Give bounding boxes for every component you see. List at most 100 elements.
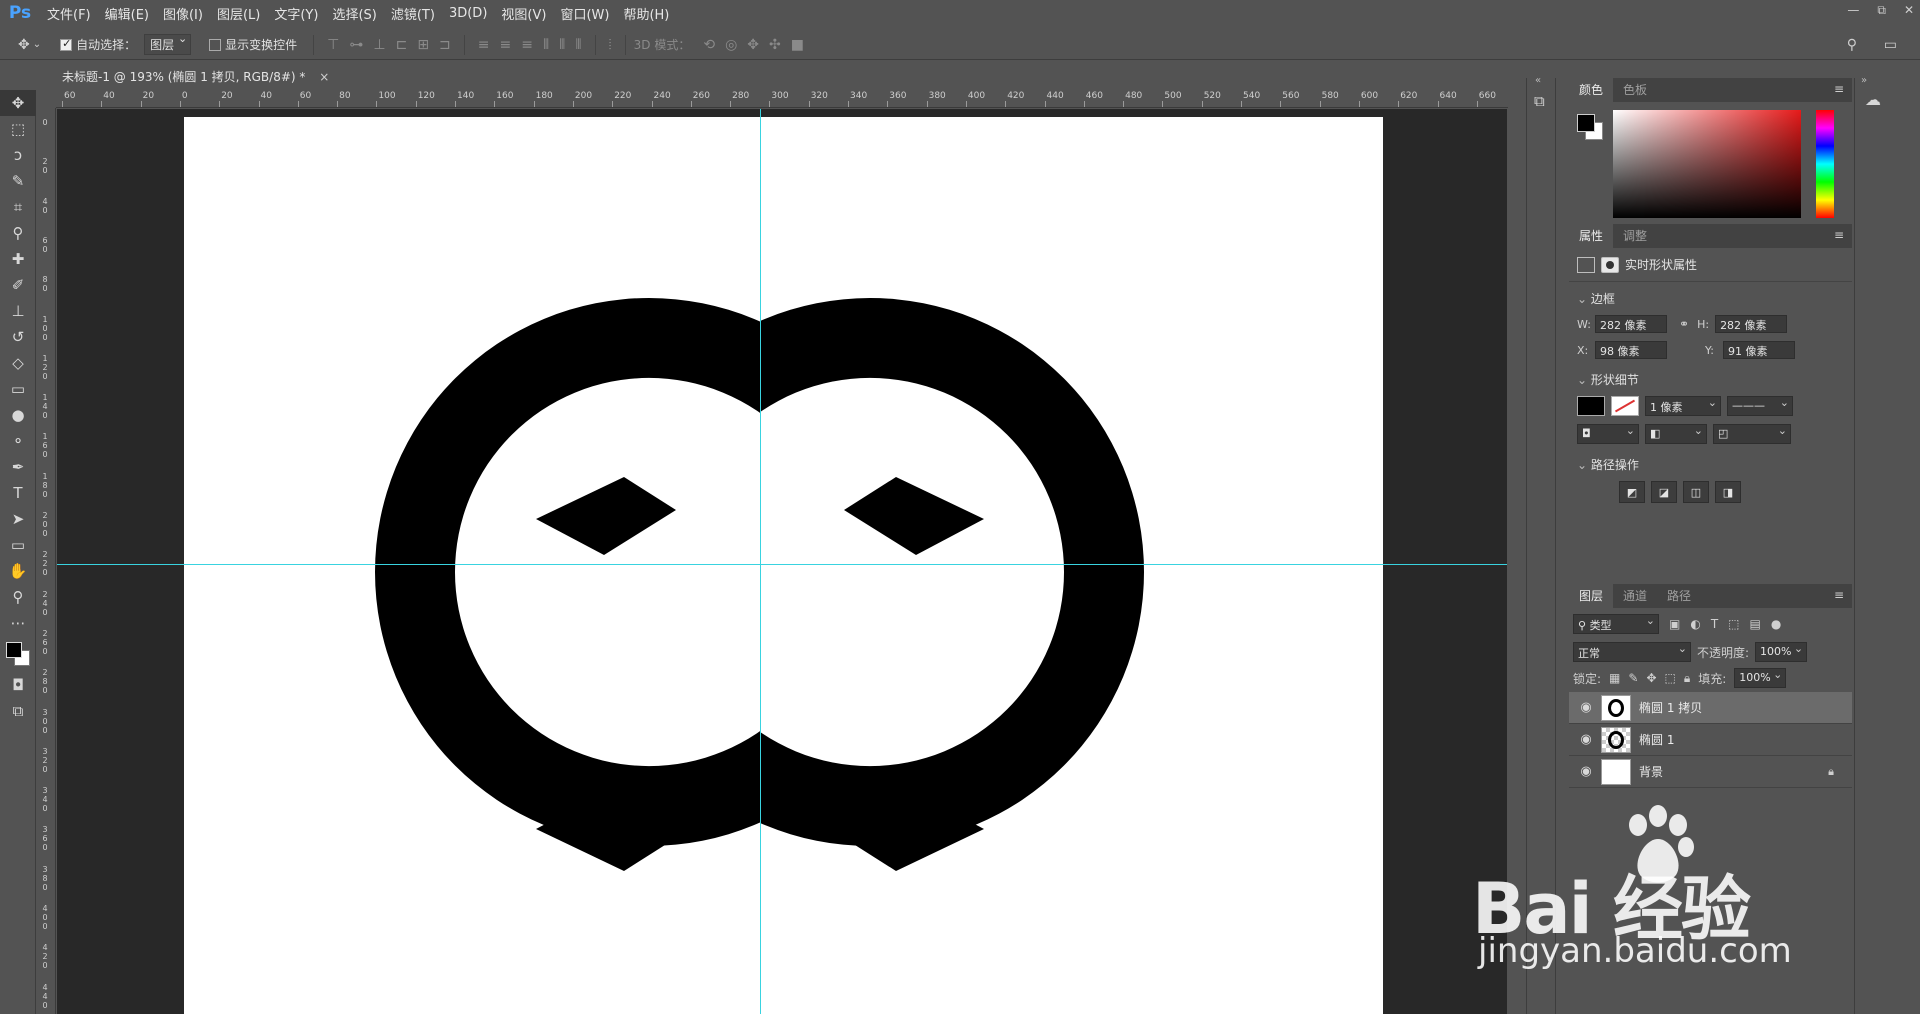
- visibility-eye-icon[interactable]: ◉: [1575, 700, 1597, 715]
- document-tab[interactable]: 未标题-1 @ 193% (椭圆 1 拷贝, RGB/8#) * ×: [48, 63, 338, 89]
- align-bottom-icon[interactable]: ⊥: [373, 37, 385, 53]
- distribute-bottom-icon[interactable]: ≡: [521, 37, 533, 53]
- menu-select[interactable]: 选择(S): [325, 4, 383, 23]
- shape-layer[interactable]: [184, 117, 1383, 1014]
- marquee-tool-icon[interactable]: ⬚: [0, 116, 36, 142]
- history-brush-tool-icon[interactable]: ↺: [0, 324, 36, 350]
- transform-icon[interactable]: [1577, 256, 1595, 273]
- lock-position-icon[interactable]: ✥: [1646, 671, 1656, 685]
- stroke-width-select[interactable]: 1 像素: [1645, 396, 1721, 416]
- menu-type[interactable]: 文字(Y): [267, 4, 325, 23]
- show-transform-checkbox[interactable]: [209, 38, 222, 51]
- 3d-orbit-icon[interactable]: ⟲: [703, 37, 715, 53]
- shape-filter-icon[interactable]: ⬚: [1728, 617, 1739, 631]
- mask-icon[interactable]: [1601, 256, 1619, 273]
- history-panel-icon[interactable]: ⧉: [1534, 92, 1545, 110]
- lock-image-icon[interactable]: ✎: [1628, 671, 1638, 685]
- fill-swatch[interactable]: [1577, 396, 1605, 416]
- menu-window[interactable]: 窗口(W): [553, 4, 616, 23]
- align-vcenter-icon[interactable]: ⊶: [349, 37, 363, 53]
- color-field[interactable]: [1613, 110, 1801, 218]
- blend-mode-select[interactable]: 正常: [1573, 642, 1691, 662]
- distribute-left-icon[interactable]: ⦀: [543, 37, 549, 53]
- filter-kind-select[interactable]: ⚲ 类型: [1573, 614, 1659, 634]
- layer-name[interactable]: 背景: [1639, 763, 1663, 780]
- subtract-shape-icon[interactable]: ◪: [1651, 481, 1677, 503]
- tab-paths[interactable]: 路径: [1657, 583, 1701, 608]
- y-field[interactable]: 91 像素: [1723, 341, 1795, 359]
- document-canvas[interactable]: [184, 117, 1383, 1014]
- move-tool-preset-icon[interactable]: ✥: [18, 37, 30, 53]
- quick-mask-icon[interactable]: ◘: [0, 672, 36, 698]
- stamp-tool-icon[interactable]: ⊥: [0, 298, 36, 324]
- tab-properties[interactable]: 属性: [1569, 223, 1614, 248]
- chevron-down-icon[interactable]: ⌄: [33, 39, 41, 50]
- exclude-shapes-icon[interactable]: ◨: [1715, 481, 1741, 503]
- filter-toggle-icon[interactable]: ●: [1771, 617, 1781, 631]
- vertical-ruler[interactable]: 0 20 40 60 80 100 120 140 160 180 200 220 240 260 280 3…: [38, 108, 56, 1014]
- horizontal-guide[interactable]: [57, 564, 1507, 565]
- auto-select-target-select[interactable]: 图层: [144, 32, 192, 55]
- align-top-icon[interactable]: ⊤: [327, 37, 339, 53]
- expand-arrows-icon[interactable]: »: [1861, 75, 1867, 86]
- align-left-icon[interactable]: ⊏: [396, 37, 408, 53]
- opacity-field[interactable]: 100%: [1755, 642, 1808, 662]
- more-tools-icon[interactable]: ⋯: [0, 610, 36, 636]
- vertical-guide[interactable]: [760, 109, 761, 1014]
- stroke-swatch[interactable]: [1611, 396, 1639, 416]
- combine-shapes-icon[interactable]: ◩: [1619, 481, 1645, 503]
- x-field[interactable]: 98 像素: [1595, 341, 1667, 359]
- libraries-icon[interactable]: ☁: [1865, 90, 1881, 109]
- fill-field[interactable]: 100%: [1734, 668, 1787, 688]
- crop-tool-icon[interactable]: ⌗: [0, 194, 36, 220]
- menu-image[interactable]: 图像(I): [156, 4, 210, 23]
- stroke-corner-select[interactable]: ◰: [1713, 424, 1791, 444]
- lock-artboard-icon[interactable]: ⬚: [1665, 671, 1676, 685]
- minimize-icon[interactable]: —: [1847, 3, 1859, 18]
- restore-icon[interactable]: ⧉: [1877, 3, 1886, 18]
- stroke-align-select[interactable]: ◘: [1577, 424, 1639, 444]
- expand-arrows-icon[interactable]: «: [1535, 75, 1541, 86]
- menu-view[interactable]: 视图(V): [494, 4, 553, 23]
- brush-tool-icon[interactable]: ✐: [0, 272, 36, 298]
- auto-align-icon[interactable]: ⦙: [609, 37, 612, 53]
- link-icon[interactable]: ⚭: [1679, 317, 1689, 331]
- type-tool-icon[interactable]: T: [0, 480, 36, 506]
- menu-filter[interactable]: 滤镜(T): [384, 4, 442, 23]
- close-icon[interactable]: ✕: [1904, 3, 1914, 18]
- shape-tool-icon[interactable]: ▭: [0, 532, 36, 558]
- align-right-icon[interactable]: ⊐: [439, 37, 451, 53]
- width-field[interactable]: 282 像素: [1595, 315, 1667, 333]
- canvas-area[interactable]: [57, 109, 1507, 1014]
- tab-layers[interactable]: 图层: [1569, 583, 1614, 608]
- path-ops-header[interactable]: 路径操作: [1569, 448, 1852, 477]
- screen-mode-icon[interactable]: ⧉: [0, 698, 36, 724]
- 3d-roll-icon[interactable]: ◎: [725, 37, 737, 53]
- lock-transparent-icon[interactable]: ▦: [1609, 671, 1620, 685]
- auto-select-checkbox[interactable]: [60, 37, 73, 51]
- distribute-vcenter-icon[interactable]: ≡: [500, 37, 512, 53]
- distribute-top-icon[interactable]: ≡: [478, 37, 490, 53]
- height-field[interactable]: 282 像素: [1715, 315, 1788, 333]
- distribute-right-icon[interactable]: ⦀: [575, 37, 581, 53]
- path-select-tool-icon[interactable]: ➤: [0, 506, 36, 532]
- eyedropper-tool-icon[interactable]: ⚲: [0, 220, 36, 246]
- bounds-section-header[interactable]: 边框: [1569, 282, 1852, 311]
- distribute-hcenter-icon[interactable]: ⦀: [559, 37, 565, 53]
- healing-tool-icon[interactable]: ✚: [0, 246, 36, 272]
- move-tool-icon[interactable]: ✥: [0, 90, 36, 116]
- tab-swatches[interactable]: 色板: [1613, 77, 1657, 102]
- layer-row[interactable]: ◉ 椭圆 1 拷贝: [1569, 692, 1852, 724]
- blur-tool-icon[interactable]: ●: [0, 402, 36, 428]
- smart-object-filter-icon[interactable]: ▤: [1750, 617, 1761, 631]
- zoom-tool-icon[interactable]: ⚲: [0, 584, 36, 610]
- lasso-tool-icon[interactable]: ↄ: [0, 142, 36, 168]
- eraser-tool-icon[interactable]: ◇: [0, 350, 36, 376]
- panel-menu-icon[interactable]: ≡: [1834, 228, 1844, 242]
- lock-all-icon[interactable]: 🔒︎: [1684, 671, 1690, 686]
- menu-edit[interactable]: 编辑(E): [98, 4, 156, 23]
- foreground-color-icon[interactable]: [6, 642, 22, 658]
- pixel-filter-icon[interactable]: ▣: [1669, 617, 1680, 631]
- quick-select-tool-icon[interactable]: ✎: [0, 168, 36, 194]
- adjustment-filter-icon[interactable]: ◐: [1690, 617, 1700, 631]
